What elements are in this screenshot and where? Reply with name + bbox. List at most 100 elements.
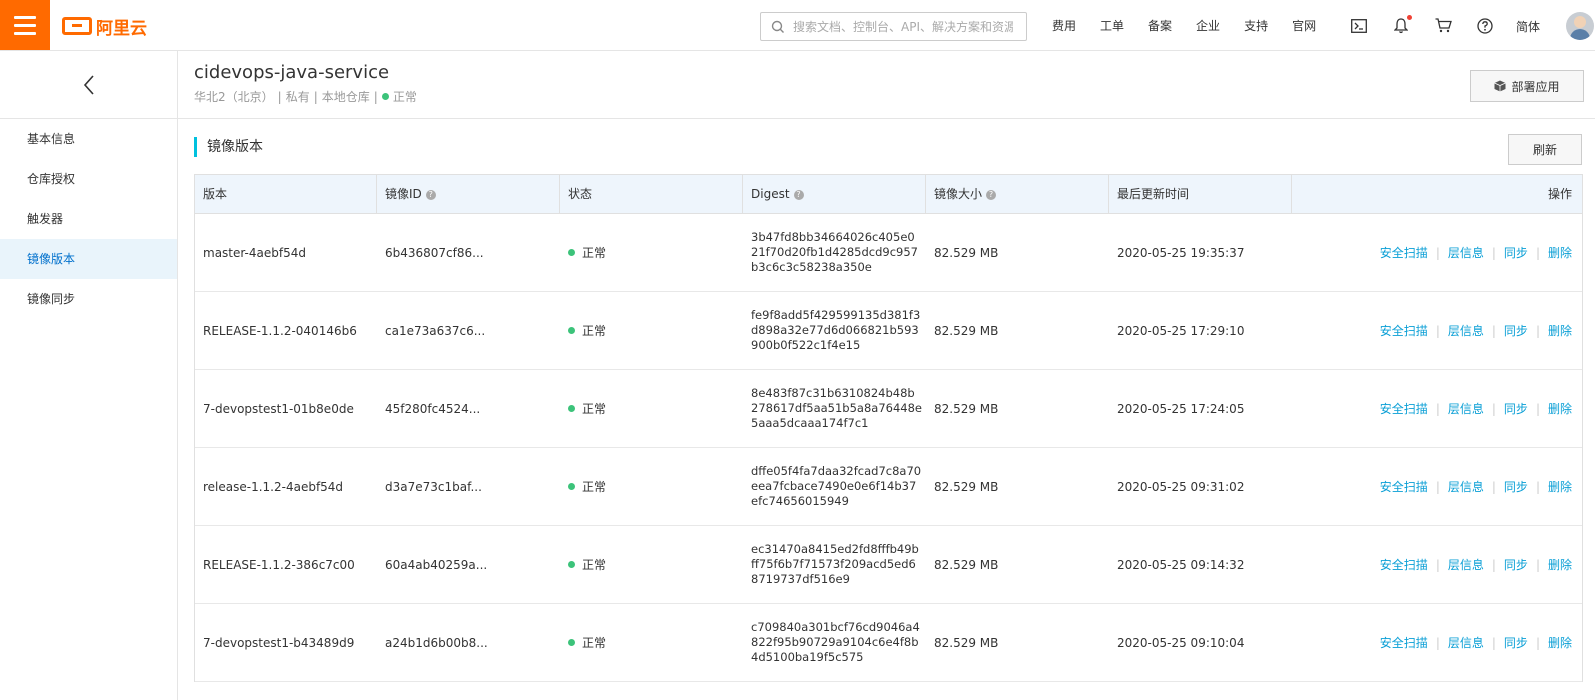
layer-info-link[interactable]: 层信息 (1448, 322, 1484, 339)
cell-updated: 2020-05-25 09:31:02 (1117, 479, 1245, 494)
aliyun-logo[interactable]: 阿里云 (62, 14, 147, 39)
col-updated: 最后更新时间 (1109, 175, 1292, 214)
sync-link[interactable]: 同步 (1504, 478, 1528, 495)
security-scan-link[interactable]: 安全扫描 (1380, 244, 1428, 261)
table-body: master-4aebf54d 6b436807cf86... 正常 3b47f… (195, 214, 1582, 682)
cell-digest: 8e483f87c31b6310824b48b278617df5aa51b5a8… (751, 386, 922, 430)
cell-digest: c709840a301bcf76cd9046a4822f95b90729a910… (751, 620, 920, 664)
cell-digest: 3b47fd8bb34664026c405e021f70d20fb1d4285d… (751, 230, 918, 274)
nav-enterprise[interactable]: 企业 (1196, 17, 1220, 34)
status-label: 正常 (582, 636, 607, 650)
cell-size: 82.529 MB (934, 401, 999, 416)
cell-image-id: 60a4ab40259a... (385, 557, 488, 572)
search-input[interactable] (793, 19, 1013, 34)
nav-icp[interactable]: 备案 (1148, 17, 1172, 34)
cell-status: 正常 (560, 214, 743, 291)
repo-visibility: 私有 (285, 90, 310, 104)
delete-link[interactable]: 删除 (1548, 556, 1572, 573)
cell-status: 正常 (560, 526, 743, 603)
cell-size: 82.529 MB (934, 323, 999, 338)
nav-fees[interactable]: 费用 (1052, 17, 1076, 34)
search-box[interactable] (760, 12, 1027, 41)
sidebar-item-image-versions[interactable]: 镜像版本 (0, 239, 177, 279)
layer-info-link[interactable]: 层信息 (1448, 634, 1484, 651)
cell-image-id: a24b1d6b00b8... (385, 635, 488, 650)
divider: | (1435, 401, 1440, 416)
brand-name: 阿里云 (96, 18, 147, 39)
deploy-app-button[interactable]: 部署应用 (1470, 70, 1584, 102)
security-scan-link[interactable]: 安全扫描 (1380, 634, 1428, 651)
security-scan-link[interactable]: 安全扫描 (1380, 400, 1428, 417)
help-icon[interactable]: ? (793, 189, 804, 200)
status-dot (568, 249, 575, 256)
delete-link[interactable]: 删除 (1548, 634, 1572, 651)
image-version-table: 版本 镜像ID? 状态 Digest? 镜像大小? 最后更新时间 操作 mast… (194, 174, 1583, 682)
sync-link[interactable]: 同步 (1504, 322, 1528, 339)
table-row: RELEASE-1.1.2-040146b6 ca1e73a637c6... 正… (195, 292, 1582, 370)
delete-link[interactable]: 删除 (1548, 400, 1572, 417)
layer-info-link[interactable]: 层信息 (1448, 244, 1484, 261)
security-scan-link[interactable]: 安全扫描 (1380, 556, 1428, 573)
layer-info-link[interactable]: 层信息 (1448, 400, 1484, 417)
status-dot (568, 483, 575, 490)
top-icons (1350, 0, 1494, 51)
nav-official-site[interactable]: 官网 (1292, 17, 1316, 34)
cell-actions: 安全扫描 | 层信息 | 同步 | 删除 (1292, 214, 1582, 291)
sidebar-item-image-sync[interactable]: 镜像同步 (0, 279, 177, 319)
divider: | (1435, 479, 1440, 494)
delete-link[interactable]: 删除 (1548, 478, 1572, 495)
col-digest-label: Digest (751, 187, 790, 201)
divider: | (1491, 557, 1496, 572)
col-status: 状态 (560, 175, 743, 214)
col-size-label: 镜像大小 (934, 187, 983, 201)
sidebar-item-repo-auth[interactable]: 仓库授权 (0, 159, 177, 199)
divider: | (1535, 401, 1540, 416)
cell-size: 82.529 MB (934, 635, 999, 650)
terminal-icon[interactable] (1350, 17, 1368, 35)
delete-link[interactable]: 删除 (1548, 244, 1572, 261)
security-scan-link[interactable]: 安全扫描 (1380, 322, 1428, 339)
nav-tickets[interactable]: 工单 (1100, 17, 1124, 34)
bell-icon[interactable] (1392, 14, 1412, 35)
col-size: 镜像大小? (926, 175, 1109, 214)
divider: | (1491, 401, 1496, 416)
cell-actions: 安全扫描 | 层信息 | 同步 | 删除 (1292, 604, 1582, 681)
divider: | (1435, 323, 1440, 338)
repo-source: 本地仓库 (321, 90, 370, 104)
sync-link[interactable]: 同步 (1504, 556, 1528, 573)
cell-size: 82.529 MB (934, 479, 999, 494)
sync-link[interactable]: 同步 (1504, 634, 1528, 651)
back-button[interactable] (0, 51, 177, 119)
sync-link[interactable]: 同步 (1504, 244, 1528, 261)
col-image-id-label: 镜像ID (385, 187, 422, 201)
cell-updated: 2020-05-25 17:29:10 (1117, 323, 1245, 338)
col-digest: Digest? (743, 175, 926, 214)
menu-icon[interactable] (0, 0, 50, 50)
avatar[interactable] (1566, 12, 1594, 40)
refresh-button[interactable]: 刷新 (1508, 134, 1582, 165)
sidebar-item-basic-info[interactable]: 基本信息 (0, 119, 177, 159)
divider: | (1535, 557, 1540, 572)
help-icon[interactable]: ? (986, 189, 997, 200)
status-dot (568, 405, 575, 412)
sync-link[interactable]: 同步 (1504, 400, 1528, 417)
help-icon[interactable]: ? (425, 189, 436, 200)
chevron-left-icon (83, 74, 94, 95)
divider: | (1491, 479, 1496, 494)
nav-support[interactable]: 支持 (1244, 17, 1268, 34)
delete-link[interactable]: 删除 (1548, 322, 1572, 339)
language-switch[interactable]: 简体 (1516, 18, 1540, 35)
layer-info-link[interactable]: 层信息 (1448, 556, 1484, 573)
sidebar-item-triggers[interactable]: 触发器 (0, 199, 177, 239)
layer-info-link[interactable]: 层信息 (1448, 478, 1484, 495)
cell-updated: 2020-05-25 17:24:05 (1117, 401, 1245, 416)
security-scan-link[interactable]: 安全扫描 (1380, 478, 1428, 495)
help-icon[interactable] (1476, 17, 1494, 35)
col-version-label: 版本 (203, 187, 228, 201)
cart-icon[interactable] (1434, 17, 1452, 35)
repo-header: cidevops-java-service 华北2（北京） | 私有 | 本地仓… (178, 51, 1595, 119)
cell-updated: 2020-05-25 19:35:37 (1117, 245, 1245, 260)
cell-digest: ec31470a8415ed2fd8fffb49bff75f6b7f71573f… (751, 542, 919, 586)
divider: | (1435, 557, 1440, 572)
top-nav: 费用 工单 备案 企业 支持 官网 (1052, 0, 1316, 51)
